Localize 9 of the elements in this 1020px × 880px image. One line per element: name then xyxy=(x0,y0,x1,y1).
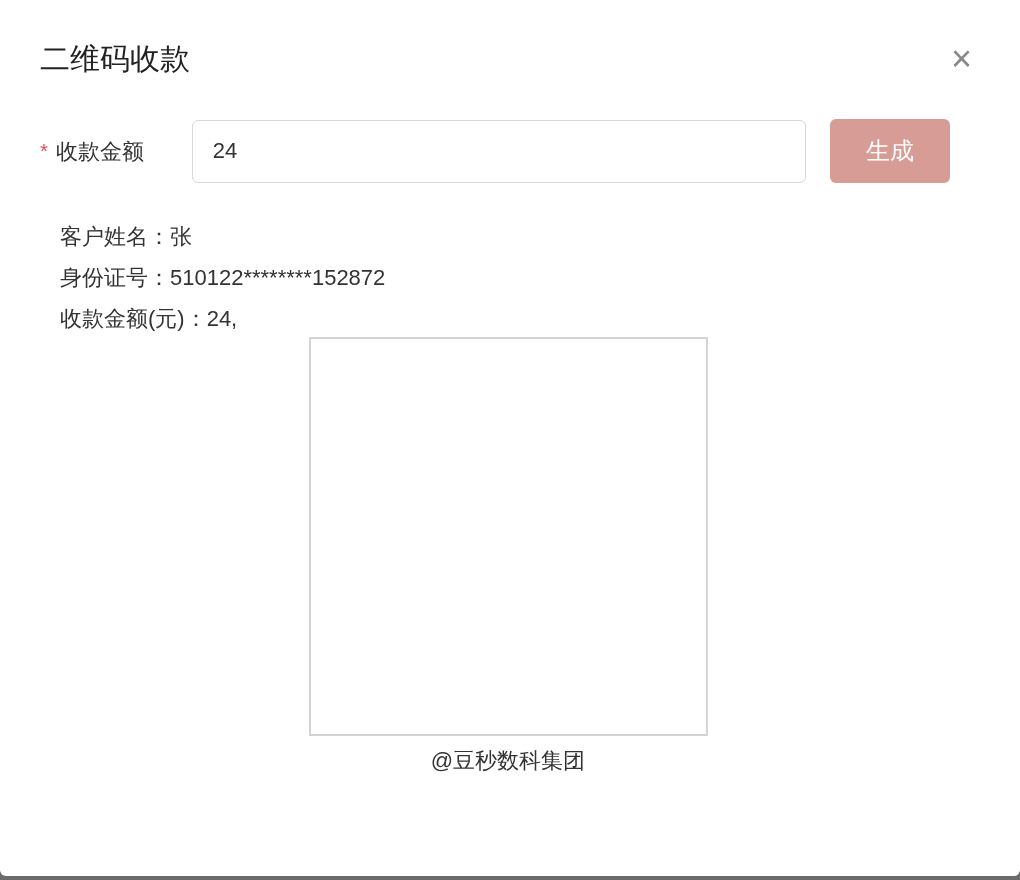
close-button[interactable]: × xyxy=(950,40,972,77)
info-text: 客户姓名：张 xyxy=(60,223,193,251)
info-text: 收款金额(元)：24, xyxy=(60,305,239,333)
dialog-title: 二维码收款 xyxy=(40,41,190,77)
info-text: 身份证号：510122********152872 xyxy=(60,264,387,292)
field-label: 收款金额 xyxy=(55,137,145,166)
amount-input-field[interactable]: 24 xyxy=(191,119,806,183)
required-mark: * xyxy=(40,139,48,164)
caption-text: @豆秒数科集团 xyxy=(430,747,586,775)
